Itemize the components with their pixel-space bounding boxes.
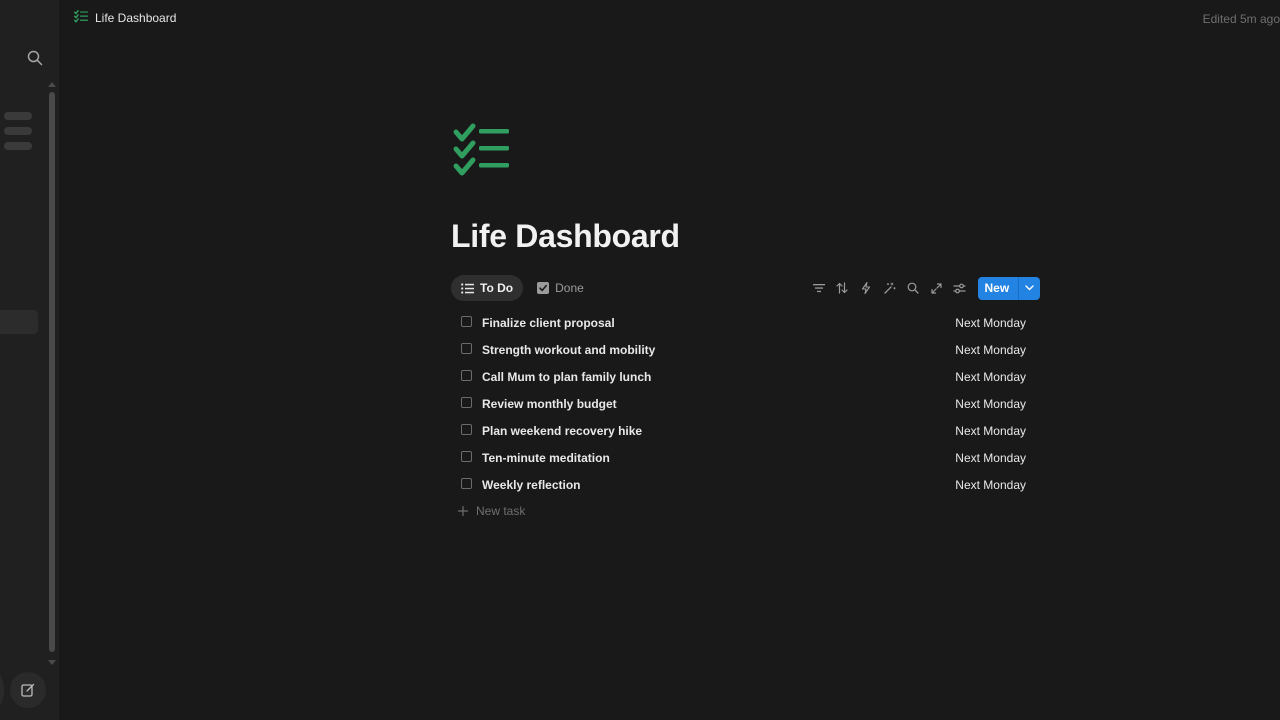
new-button-group: New	[977, 276, 1041, 300]
task-checkbox[interactable]	[461, 451, 472, 462]
task-row[interactable]: Strength workout and mobility Next Monda…	[451, 336, 1035, 363]
task-name[interactable]: Ten-minute meditation	[482, 451, 610, 465]
task-due-date[interactable]: Next Monday	[955, 316, 1026, 330]
task-name[interactable]: Weekly reflection	[482, 478, 580, 492]
sidebar	[0, 0, 59, 720]
list-icon	[461, 282, 474, 294]
task-row[interactable]: Plan weekend recovery hike Next Monday	[451, 417, 1035, 444]
task-checkbox[interactable]	[461, 316, 472, 327]
sidebar-bottom-button[interactable]	[0, 672, 4, 708]
task-row[interactable]: Call Mum to plan family lunch Next Monda…	[451, 363, 1035, 390]
task-name[interactable]: Plan weekend recovery hike	[482, 424, 642, 438]
scroll-up-arrow-icon[interactable]	[47, 80, 57, 88]
sidebar-item-placeholder[interactable]	[4, 142, 32, 150]
task-checkbox[interactable]	[461, 397, 472, 408]
new-task-label: New task	[476, 504, 526, 518]
tab-label: To Do	[480, 281, 514, 295]
task-list: Finalize client proposal Next Monday Str…	[451, 309, 1035, 524]
new-task-button[interactable]: New task	[451, 498, 1035, 524]
search-icon[interactable]	[24, 47, 46, 69]
task-name[interactable]: Review monthly budget	[482, 397, 617, 411]
task-due-date[interactable]: Next Monday	[955, 478, 1026, 492]
task-checkbox[interactable]	[461, 478, 472, 489]
scrollbar-thumb[interactable]	[49, 92, 55, 652]
task-due-date[interactable]: Next Monday	[955, 397, 1026, 411]
database-toolbar: New	[807, 276, 1041, 300]
sidebar-scrollbar[interactable]	[47, 80, 57, 666]
edited-timestamp: Edited 5m ago	[1202, 12, 1280, 26]
breadcrumb-title: Life Dashboard	[95, 11, 177, 25]
automation-bolt-icon[interactable]	[854, 276, 878, 300]
task-row[interactable]: Weekly reflection Next Monday	[451, 471, 1035, 498]
new-button[interactable]: New	[977, 276, 1019, 300]
task-due-date[interactable]: Next Monday	[955, 370, 1026, 384]
expand-icon[interactable]	[925, 276, 949, 300]
task-row[interactable]: Ten-minute meditation Next Monday	[451, 444, 1035, 471]
topbar: Life Dashboard Edited 5m ago	[59, 0, 1280, 36]
plus-icon	[458, 506, 468, 516]
compose-icon	[21, 683, 35, 697]
task-due-date[interactable]: Next Monday	[955, 424, 1026, 438]
filter-icon[interactable]	[807, 276, 831, 300]
task-checkbox[interactable]	[461, 343, 472, 354]
task-name[interactable]: Call Mum to plan family lunch	[482, 370, 651, 384]
compose-button[interactable]	[10, 672, 46, 708]
task-due-date[interactable]: Next Monday	[955, 451, 1026, 465]
breadcrumb[interactable]: Life Dashboard	[74, 10, 176, 26]
settings-sliders-icon[interactable]	[948, 276, 972, 300]
page-title[interactable]: Life Dashboard	[451, 218, 680, 255]
search-icon[interactable]	[901, 276, 925, 300]
task-checkbox[interactable]	[461, 424, 472, 435]
task-row[interactable]: Review monthly budget Next Monday	[451, 390, 1035, 417]
page-checklist-icon[interactable]	[453, 123, 513, 177]
tab-label: Done	[555, 281, 584, 295]
new-dropdown-button[interactable]	[1018, 276, 1041, 300]
sidebar-item-placeholder[interactable]	[4, 112, 32, 120]
sidebar-item-placeholder[interactable]	[4, 127, 32, 135]
task-name[interactable]: Strength workout and mobility	[482, 343, 655, 357]
checklist-icon	[74, 10, 89, 26]
task-due-date[interactable]: Next Monday	[955, 343, 1026, 357]
sidebar-item-active[interactable]	[0, 310, 38, 334]
task-checkbox[interactable]	[461, 370, 472, 381]
view-tabs: To Do Done	[451, 275, 594, 301]
scroll-down-arrow-icon[interactable]	[47, 658, 57, 666]
task-name[interactable]: Finalize client proposal	[482, 316, 615, 330]
task-row[interactable]: Finalize client proposal Next Monday	[451, 309, 1035, 336]
tab-done[interactable]: Done	[527, 275, 594, 301]
sort-icon[interactable]	[831, 276, 855, 300]
ai-sparkle-icon[interactable]	[878, 276, 902, 300]
checkbox-checked-icon	[537, 282, 550, 294]
chevron-down-icon	[1025, 285, 1034, 291]
tab-to-do[interactable]: To Do	[451, 275, 524, 301]
